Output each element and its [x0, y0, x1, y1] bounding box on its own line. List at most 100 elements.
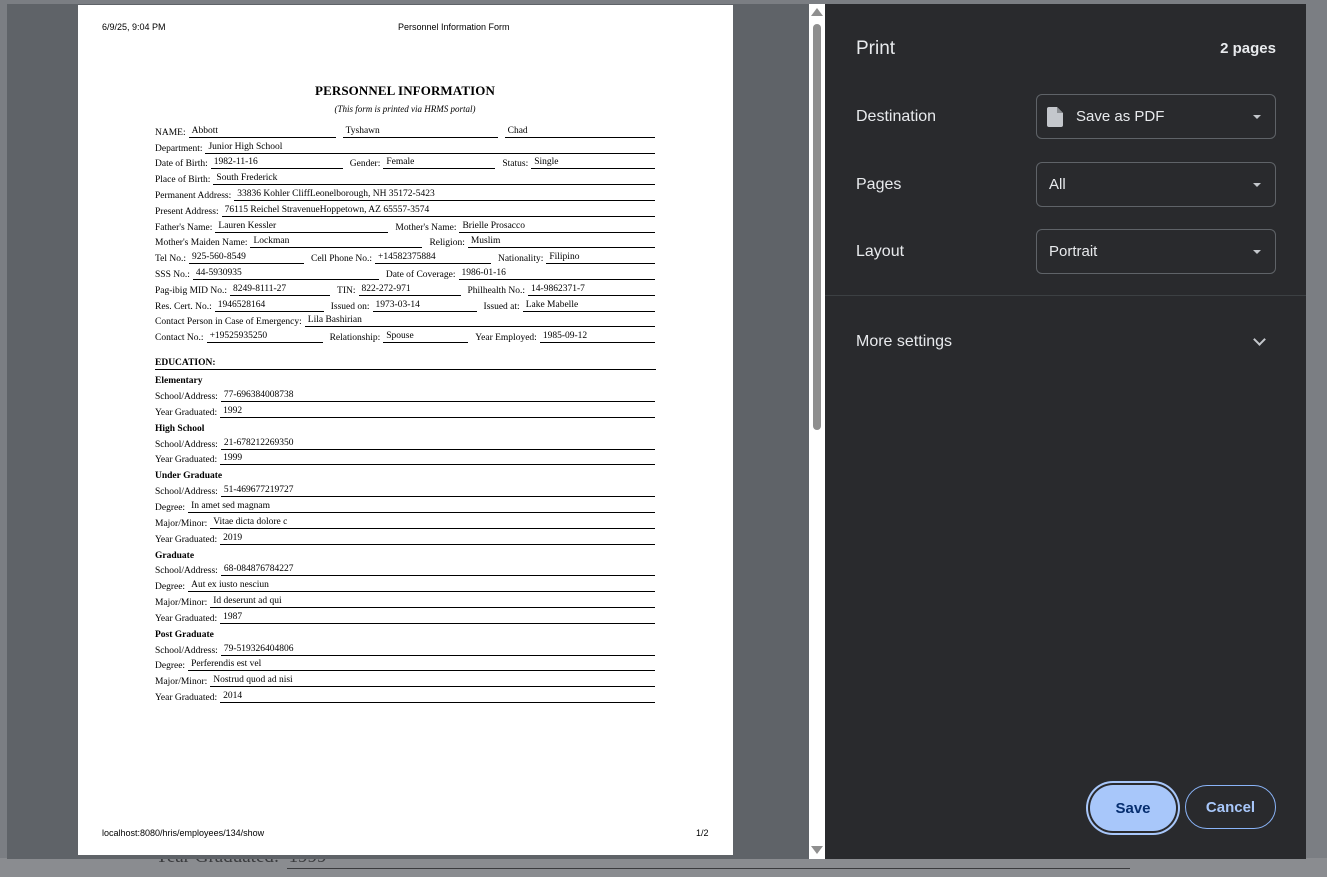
scroll-up-arrow-icon[interactable]	[811, 8, 823, 16]
year-label: Year Graduated:	[155, 692, 218, 703]
father-label: Father's Name:	[155, 222, 213, 233]
sss-label: SSS No.:	[155, 269, 190, 280]
save-button[interactable]: Save	[1090, 785, 1176, 831]
pages-select[interactable]: All	[1036, 162, 1276, 207]
education-heading: EDUCATION:	[155, 353, 656, 371]
print-preview-pane[interactable]: 6/9/25, 9:04 PM Personnel Information Fo…	[7, 4, 825, 859]
undergrad-degree-row: Degree: In amet sed magnam	[155, 497, 655, 513]
preview-scrollbar[interactable]	[809, 4, 825, 859]
postgrad-school-value: 79-519326404806	[220, 644, 655, 656]
ids-row: Pag-ibig MID No.: 8249-8111-27 TIN: 822-…	[155, 280, 655, 296]
middle-name-value: Chad	[504, 126, 655, 138]
scrollbar-thumb[interactable]	[813, 24, 821, 430]
undergrad-year-row: Year Graduated: 2019	[155, 529, 655, 545]
underlying-year-underline	[287, 868, 1130, 869]
graduate-major-value: Id deserunt ad qui	[210, 596, 655, 608]
cell-label: Cell Phone No.:	[311, 254, 372, 265]
coverage-value: 1986-01-16	[458, 268, 655, 280]
year-label: Year Graduated:	[155, 455, 218, 466]
mother-value: Brielle Prosacco	[459, 221, 655, 233]
pages-label: Pages	[856, 176, 902, 193]
father-value: Lauren Kessler	[215, 221, 389, 233]
elementary-year-value: 1992	[220, 406, 655, 418]
page-header-datetime: 6/9/25, 9:04 PM	[102, 22, 166, 32]
religion-label: Religion:	[429, 238, 465, 249]
emergency-value: Lila Bashirian	[304, 315, 655, 328]
undergrad-school-row: School/Address: 51-469677219727	[155, 481, 655, 498]
permanent-address-value: 33836 Kohler CliffLeonelborough, NH 3517…	[234, 189, 655, 201]
chevron-down-icon	[1253, 183, 1261, 187]
high-school-year-value: 1999	[220, 453, 655, 466]
status-value: Single	[531, 157, 655, 170]
print-settings-panel: Print 2 pages Destination Save as PDF Pa…	[825, 4, 1306, 859]
postgrad-year-value: 2014	[220, 691, 655, 703]
chevron-down-icon	[1253, 115, 1261, 119]
dob-value: 1982-11-16	[210, 157, 343, 170]
high-school-year-row: Year Graduated: 1999	[155, 450, 655, 466]
layout-select[interactable]: Portrait	[1036, 229, 1276, 274]
contact-row: Contact No.: +19525935250 Relationship: …	[155, 327, 655, 344]
contact-label: Contact No.:	[155, 333, 204, 344]
undergrad-year-value: 2019	[220, 533, 655, 545]
sss-value: 44-5930935	[192, 268, 379, 280]
print-title: Print	[856, 38, 896, 59]
gender-value: Female	[383, 157, 496, 170]
postgrad-major-row: Major/Minor: Nostrud quod ad nisi	[155, 671, 655, 688]
graduate-heading: Graduate	[155, 550, 195, 561]
permanent-address-label: Permanent Address:	[155, 190, 232, 201]
cancel-button[interactable]: Cancel	[1185, 785, 1276, 829]
chevron-down-icon	[1253, 250, 1261, 254]
settings-divider	[825, 295, 1306, 296]
page-footer-number: 1/2	[696, 828, 709, 838]
tin-label: TIN:	[337, 285, 356, 296]
year-employed-value: 1985-09-12	[539, 331, 655, 344]
dob-label: Date of Birth:	[155, 159, 208, 170]
maiden-row: Mother's Maiden Name: Lockman Religion: …	[155, 233, 655, 249]
year-label: Year Graduated:	[155, 613, 218, 624]
year-employed-label: Year Employed:	[475, 333, 537, 344]
rescert-label: Res. Cert. No.:	[155, 301, 212, 312]
graduate-year-row: Year Graduated: 1987	[155, 608, 655, 624]
undergrad-degree-value: In amet sed magnam	[188, 501, 655, 513]
expand-chevron-icon[interactable]	[1253, 333, 1266, 346]
scroll-down-arrow-icon[interactable]	[811, 846, 823, 854]
postgrad-year-row: Year Graduated: 2014	[155, 687, 655, 703]
last-name-value: Abbott	[188, 126, 336, 138]
pob-label: Place of Birth:	[155, 175, 211, 186]
page-header-title: Personnel Information Form	[398, 22, 510, 32]
issued-on-label: Issued on:	[330, 301, 370, 312]
major-label: Major/Minor:	[155, 518, 208, 529]
rescert-row: Res. Cert. No.: 1946528164 Issued on: 19…	[155, 296, 655, 312]
high-school-school-value: 21-678212269350	[220, 438, 655, 450]
tel-value: 925-560-8549	[189, 252, 304, 265]
high-school-heading: High School	[155, 423, 205, 434]
form-subtitle: (This form is printed via HRMS portal)	[334, 104, 476, 114]
sss-row: SSS No.: 44-5930935 Date of Coverage: 19…	[155, 264, 655, 280]
page-count: 2 pages	[1220, 40, 1276, 57]
department-value: Junior High School	[205, 142, 655, 154]
mother-label: Mother's Name:	[395, 222, 457, 233]
destination-select[interactable]: Save as PDF	[1036, 94, 1276, 139]
document-icon	[1047, 106, 1063, 127]
year-label: Year Graduated:	[155, 407, 218, 418]
preview-page: 6/9/25, 9:04 PM Personnel Information Fo…	[78, 5, 733, 855]
undergrad-school-value: 51-469677219727	[220, 485, 655, 498]
pages-value: All	[1049, 176, 1066, 193]
high-school-school-row: School/Address: 21-678212269350	[155, 434, 655, 450]
school-label: School/Address:	[155, 487, 218, 498]
layout-label: Layout	[856, 243, 905, 260]
department-row: Department: Junior High School	[155, 138, 655, 154]
year-label: Year Graduated:	[155, 534, 218, 545]
issued-on-value: 1973-03-14	[372, 300, 477, 312]
cell-value: +14582375884	[374, 252, 491, 265]
postgrad-heading: Post Graduate	[155, 629, 214, 640]
graduate-year-value: 1987	[220, 612, 655, 624]
phone-row: Tel No.: 925-560-8549 Cell Phone No.: +1…	[155, 248, 655, 265]
pob-value: South Frederick	[213, 173, 655, 186]
more-settings-toggle[interactable]: More settings	[856, 333, 952, 351]
issued-at-value: Lake Mabelle	[522, 300, 655, 312]
page-footer-url: localhost:8080/hris/employees/134/show	[102, 828, 265, 838]
nationality-label: Nationality:	[497, 254, 544, 265]
postgrad-degree-value: Perferendis est vel	[188, 659, 655, 672]
name-label: NAME:	[155, 127, 186, 138]
